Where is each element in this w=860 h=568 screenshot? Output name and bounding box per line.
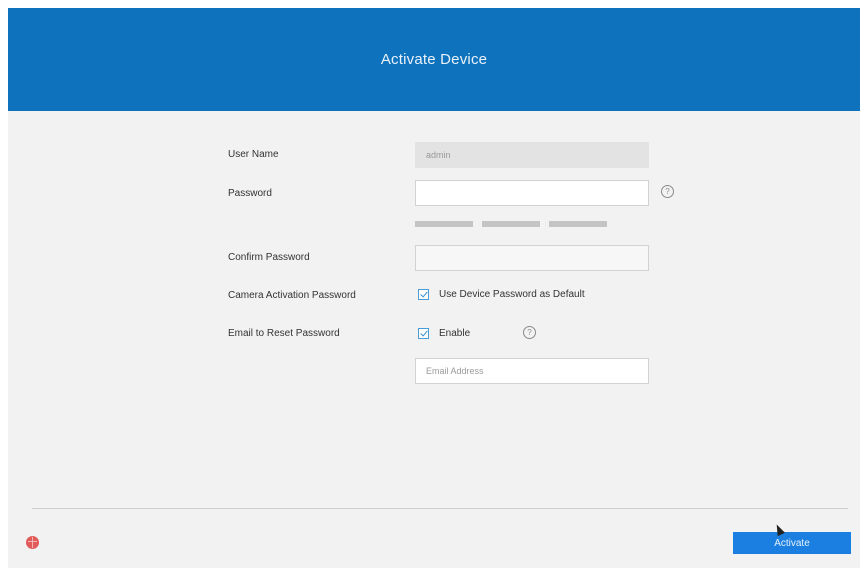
strength-bar-weak: [415, 221, 473, 227]
confirm-password-label: Confirm Password: [228, 252, 310, 263]
password-label: Password: [228, 188, 272, 199]
confirm-password-input[interactable]: [415, 245, 649, 271]
activate-button[interactable]: Activate: [733, 532, 851, 554]
strength-bar-strong: [549, 221, 607, 227]
use-default-password-label: Use Device Password as Default: [439, 289, 585, 300]
use-default-password-checkbox[interactable]: [418, 289, 429, 300]
email-address-input[interactable]: [415, 358, 649, 384]
password-input[interactable]: [415, 180, 649, 206]
email-help-icon[interactable]: ?: [523, 326, 536, 339]
user-name-input: [415, 142, 649, 168]
footer-divider: [32, 508, 848, 509]
user-name-label: User Name: [228, 149, 279, 160]
activate-device-window: Activate Device User Name Password ? Con…: [8, 8, 860, 568]
password-help-icon[interactable]: ?: [661, 185, 674, 198]
dialog-header: Activate Device: [8, 8, 860, 111]
language-globe-icon[interactable]: [26, 536, 39, 549]
strength-bar-medium: [482, 221, 540, 227]
use-default-password-option[interactable]: Use Device Password as Default: [418, 289, 585, 300]
enable-email-reset-checkbox[interactable]: [418, 328, 429, 339]
email-reset-password-label: Email to Reset Password: [228, 328, 340, 339]
dialog-title: Activate Device: [380, 51, 488, 68]
enable-label: Enable: [439, 328, 471, 339]
enable-email-reset-option[interactable]: Enable: [418, 328, 470, 339]
camera-activation-password-label: Camera Activation Password: [228, 290, 356, 301]
